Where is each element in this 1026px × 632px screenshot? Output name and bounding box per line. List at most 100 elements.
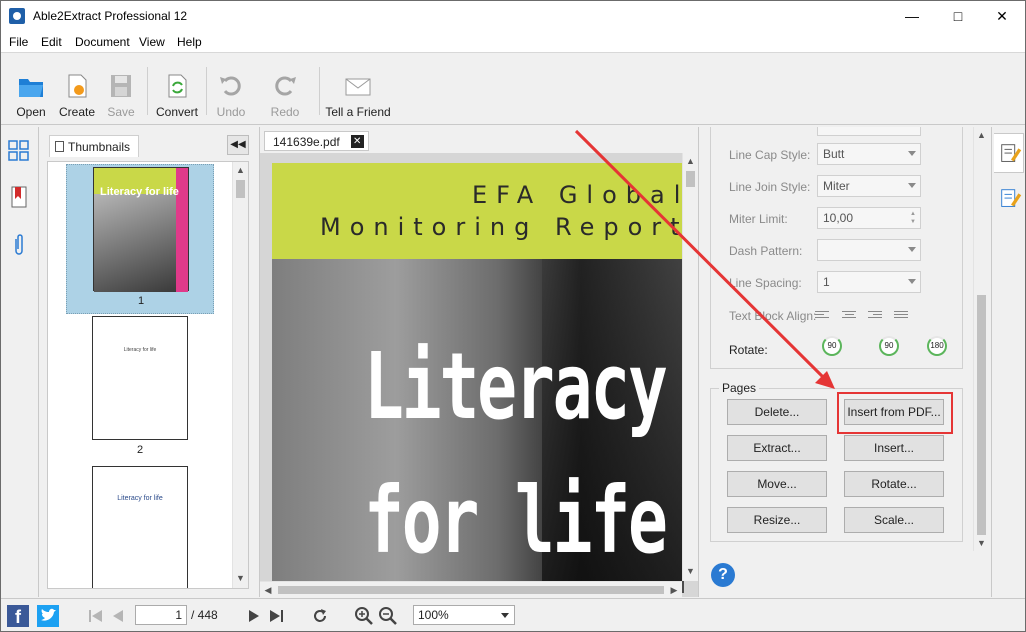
rotate-cw-90-icon[interactable]: 90 <box>879 336 899 356</box>
thumbnails-panel: Thumbnails ◀◀ Literacy for life 1 Litera… <box>39 127 257 597</box>
thumbnail-page: Literacy for life <box>92 466 188 588</box>
envelope-icon <box>345 78 371 96</box>
menu-view[interactable]: View <box>139 35 165 49</box>
close-button[interactable]: ✕ <box>979 1 1025 31</box>
scroll-up-arrow-icon[interactable]: ▲ <box>233 162 248 178</box>
extract-pages-button[interactable]: Extract... <box>727 435 827 461</box>
scroll-down-arrow-icon[interactable]: ▼ <box>233 570 248 586</box>
resize-pages-button[interactable]: Resize... <box>727 507 827 533</box>
save-button[interactable]: Save <box>101 59 141 121</box>
convert-button[interactable]: Convert <box>153 59 201 121</box>
align-center-icon[interactable] <box>842 311 856 321</box>
line-join-style-combo[interactable]: Miter <box>817 175 921 197</box>
dash-pattern-combo[interactable] <box>817 239 921 261</box>
zoom-level-combo[interactable]: 100% <box>413 605 515 625</box>
thumbnail-item[interactable]: Literacy for life 2 <box>66 316 214 466</box>
line-spacing-combo[interactable]: 1 <box>817 271 921 293</box>
collapse-panel-button[interactable]: ◀◀ <box>227 135 249 155</box>
page-total: / 448 <box>191 608 218 622</box>
thumbnail-item[interactable]: Literacy for life 1 <box>66 164 214 314</box>
minimize-button[interactable]: — <box>889 1 935 31</box>
zoom-out-icon[interactable] <box>377 605 399 627</box>
scroll-thumb[interactable] <box>686 171 695 187</box>
scroll-up-arrow-icon[interactable]: ▲ <box>974 127 989 143</box>
document-tab[interactable]: 141639e.pdf ✕ <box>264 131 369 151</box>
align-left-icon[interactable] <box>815 311 829 321</box>
previous-page-icon[interactable] <box>107 605 129 627</box>
question-mark-icon: ? <box>718 566 728 583</box>
attachments-button[interactable] <box>5 231 33 259</box>
line-spacing-value: 1 <box>823 275 830 289</box>
undo-icon <box>220 76 241 96</box>
scroll-thumb[interactable] <box>236 180 245 198</box>
thumbnails-view-button[interactable] <box>5 137 33 165</box>
maximize-button[interactable]: □ <box>935 1 981 31</box>
close-tab-icon[interactable]: ✕ <box>350 135 364 148</box>
refresh-icon[interactable] <box>309 605 331 627</box>
thumbnails-list[interactable]: Literacy for life 1 Literacy for life 2 … <box>47 161 249 589</box>
thumbnails-tab[interactable]: Thumbnails <box>49 135 140 157</box>
redo-button[interactable]: Redo <box>265 59 305 121</box>
title-bar: Able2Extract Professional 12 — □ ✕ <box>1 1 1025 31</box>
next-page-icon[interactable] <box>243 605 265 627</box>
spin-down-icon[interactable]: ▼ <box>910 219 916 225</box>
menu-file[interactable]: File <box>9 35 28 49</box>
toolbar-separator <box>147 67 148 115</box>
thumbnail-title: Literacy for life <box>117 495 163 502</box>
thumbnails-header: Thumbnails <box>47 135 247 157</box>
twitter-icon[interactable] <box>37 605 59 627</box>
thumbnail-item[interactable]: Literacy for life 3 <box>66 466 214 588</box>
scroll-up-arrow-icon[interactable]: ▲ <box>683 153 698 169</box>
redo-label: Redo <box>270 105 300 119</box>
thumbnails-scrollbar[interactable]: ▲ ▼ <box>232 162 248 588</box>
scroll-down-arrow-icon[interactable]: ▼ <box>974 535 989 551</box>
scroll-thumb[interactable] <box>278 586 664 594</box>
insert-pages-button[interactable]: Insert... <box>844 435 944 461</box>
text-block-align-label: Text Block Align: <box>729 309 817 323</box>
tell-a-friend-button[interactable]: Tell a Friend <box>325 59 391 121</box>
dash-pattern-label: Dash Pattern: <box>729 244 803 258</box>
align-justify-icon[interactable] <box>894 311 908 321</box>
properties-scrollbar[interactable]: ▲ ▼ <box>973 127 989 551</box>
scroll-down-arrow-icon[interactable]: ▼ <box>683 563 698 579</box>
move-pages-button[interactable]: Move... <box>727 471 827 497</box>
cover-band-line-1: EFA Global <box>472 181 684 209</box>
cover-title-line-1: Literacy <box>364 333 668 440</box>
help-button[interactable]: ? <box>711 563 735 587</box>
menu-help[interactable]: Help <box>177 35 202 49</box>
open-button[interactable]: Open <box>9 59 53 121</box>
zoom-in-icon[interactable] <box>353 605 375 627</box>
annotate-document-icon <box>1001 189 1022 207</box>
menu-document[interactable]: Document <box>75 35 130 49</box>
miter-limit-spinner[interactable]: 10,00 ▲ ▼ <box>817 207 921 229</box>
scroll-left-arrow-icon[interactable]: ◀ <box>260 582 276 597</box>
create-button[interactable]: Create <box>55 59 99 121</box>
scale-pages-button[interactable]: Scale... <box>844 507 944 533</box>
menu-edit[interactable]: Edit <box>41 35 62 49</box>
facebook-icon[interactable]: f <box>7 605 29 627</box>
scroll-right-arrow-icon[interactable]: ▶ <box>666 582 682 597</box>
rotate-pages-button[interactable]: Rotate... <box>844 471 944 497</box>
rotate-180-icon[interactable]: 180 <box>927 336 947 356</box>
spin-up-icon[interactable]: ▲ <box>910 211 916 217</box>
document-vertical-scrollbar[interactable]: ▲ ▼ <box>682 153 698 581</box>
edit-document-icon <box>1001 144 1022 162</box>
miter-limit-label: Miter Limit: <box>729 212 788 226</box>
current-page-input[interactable]: 1 <box>135 605 187 625</box>
delete-pages-button[interactable]: Delete... <box>727 399 827 425</box>
undo-button[interactable]: Undo <box>211 59 251 121</box>
annotations-tab[interactable] <box>994 179 1024 219</box>
last-page-icon[interactable] <box>265 605 287 627</box>
chevron-down-icon <box>908 151 916 156</box>
edit-properties-tab[interactable] <box>994 133 1024 173</box>
document-horizontal-scrollbar[interactable]: ◀ ▶ <box>260 581 682 597</box>
document-view[interactable]: EFA Global Monitoring Report Literacy fo… <box>260 153 698 597</box>
thumbnail-title: Literacy for life <box>123 347 157 353</box>
first-page-icon[interactable] <box>85 605 107 627</box>
line-cap-style-combo[interactable]: Butt <box>817 143 921 165</box>
bookmarks-button[interactable] <box>5 183 33 211</box>
align-right-icon[interactable] <box>868 311 882 321</box>
line-width-combo-partial[interactable] <box>817 127 921 136</box>
scroll-thumb[interactable] <box>977 295 986 535</box>
rotate-ccw-90-icon[interactable]: 90 <box>822 336 842 356</box>
